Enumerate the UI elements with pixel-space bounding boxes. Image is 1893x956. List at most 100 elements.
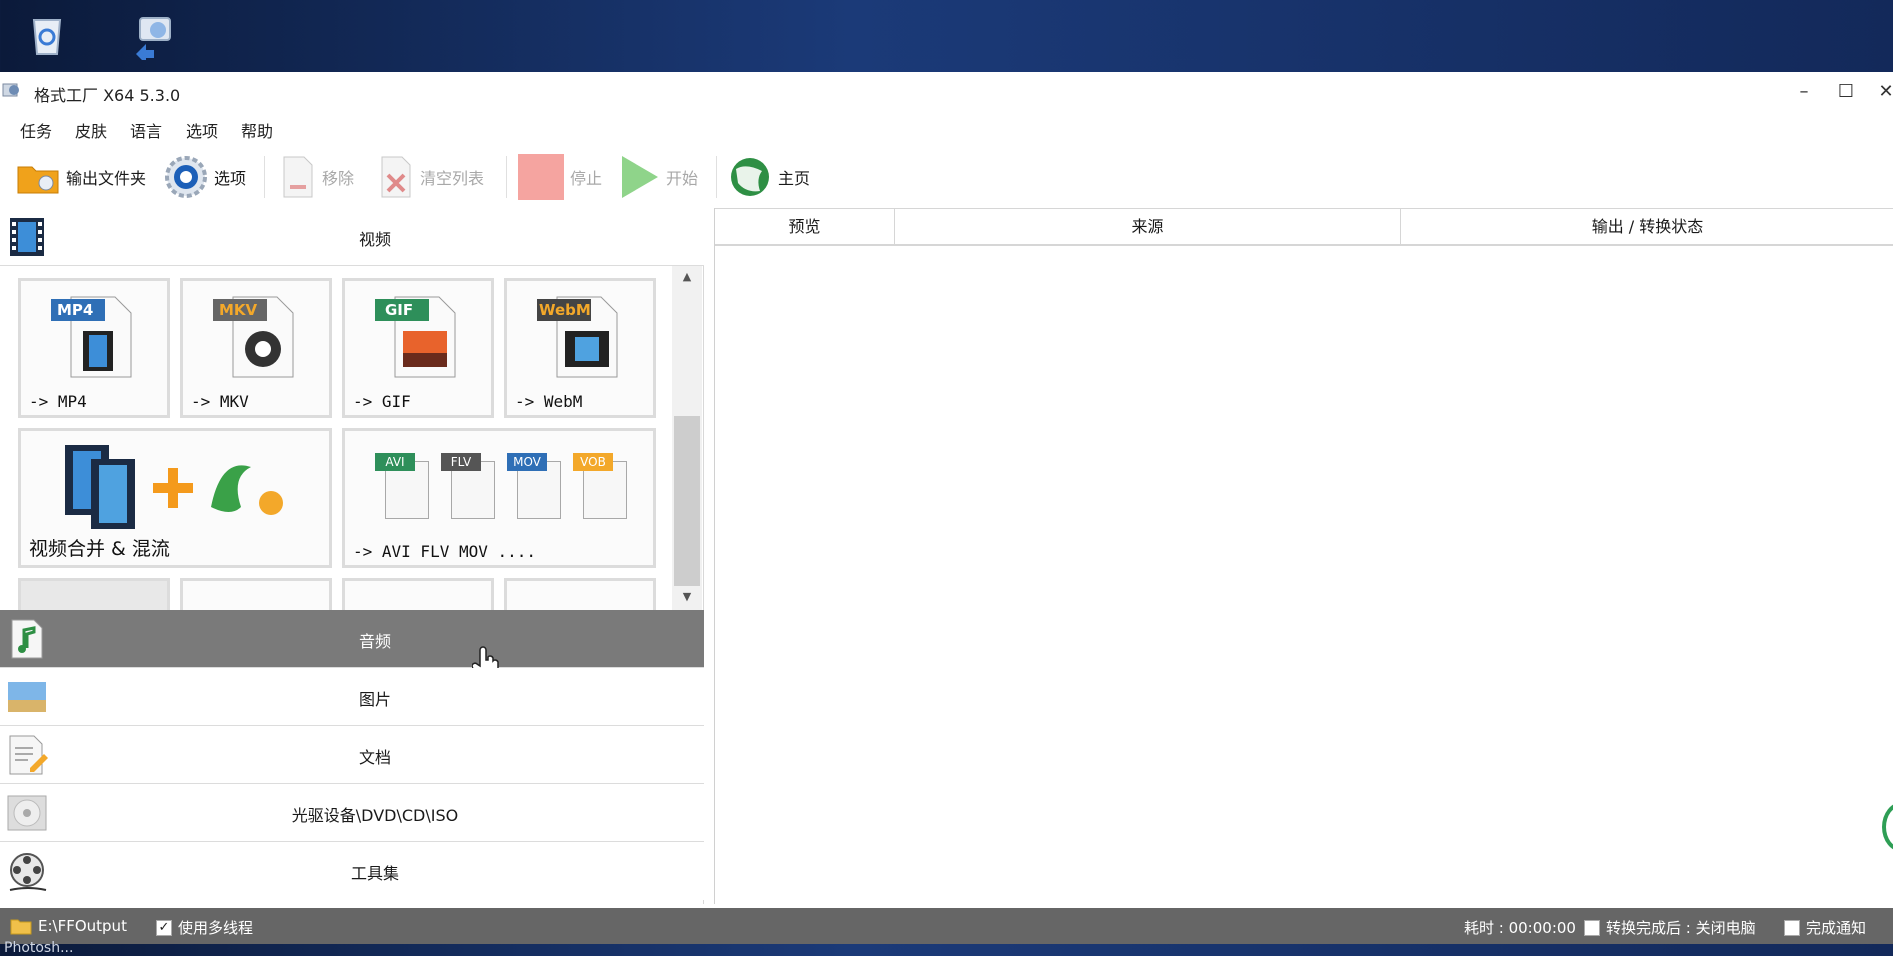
category-image-label: 图片 — [358, 690, 391, 709]
column-output-status[interactable]: 输出 / 转换状态 — [1401, 209, 1893, 245]
output-folder-label: 输出文件夹 — [66, 169, 147, 188]
output-folder-button[interactable]: 输出文件夹 — [16, 154, 146, 200]
tile-to-webm[interactable]: WebM -> WebM — [504, 278, 656, 418]
scroll-thumb[interactable] — [674, 416, 700, 586]
flv-file-icon: FLV — [441, 453, 497, 521]
merge-label: 视频合并 & 混流 — [29, 538, 170, 560]
recycle-bin-icon[interactable] — [22, 10, 72, 60]
maximize-button[interactable]: ☐ — [1828, 78, 1864, 106]
tile-to-mp4[interactable]: MP4 -> MP4 — [18, 278, 170, 418]
notify-label: 完成通知 — [1806, 919, 1867, 937]
multithread-checkbox[interactable]: ✓ — [156, 919, 172, 936]
task-list-header: 预览 来源 输出 / 转换状态 — [715, 208, 1893, 246]
toolbar-separator — [716, 156, 717, 198]
task-list[interactable]: 预览 来源 输出 / 转换状态 — [714, 208, 1893, 904]
gif-label: -> GIF — [353, 392, 411, 411]
mkv-badge: MKV — [219, 301, 258, 319]
tile-to-mkv[interactable]: MKV -> MKV — [180, 278, 332, 418]
remove-file-icon — [283, 156, 313, 198]
category-tools-label: 工具集 — [350, 864, 399, 883]
scroll-up-arrow[interactable]: ▲ — [678, 270, 696, 284]
menu-skin[interactable]: 皮肤 — [75, 118, 107, 142]
taskbar-item[interactable]: Photosh... — [4, 940, 73, 956]
menu-help[interactable]: 帮助 — [241, 118, 273, 142]
stop-button[interactable]: 停止 — [518, 154, 602, 200]
format-icon-row: AVI FLV MOV VOB — [375, 453, 627, 523]
toolbar-separator — [264, 156, 265, 198]
tile-to-other-formats[interactable]: AVI FLV MOV VOB -> AVI FLV MOV .... — [342, 428, 656, 568]
output-path: E:\FFOutput — [38, 917, 127, 935]
notify-option[interactable]: 完成通知 — [1784, 917, 1866, 938]
start-button[interactable]: 开始 — [618, 154, 698, 200]
clear-list-label: 清空列表 — [420, 169, 485, 188]
tile-partial[interactable] — [180, 578, 332, 610]
tiles-scrollbar[interactable]: ▲ ▼ — [672, 266, 702, 610]
mkv-label: -> MKV — [191, 392, 249, 411]
vob-file-icon: VOB — [573, 453, 629, 521]
start-label: 开始 — [666, 169, 699, 188]
app-window: 格式工厂 X64 5.3.0 – ☐ ✕ 任务 皮肤 语言 选项 帮助 输出文件… — [0, 72, 1893, 944]
mp4-label: -> MP4 — [29, 392, 87, 411]
mp4-badge: MP4 — [57, 301, 94, 319]
flv-badge: FLV — [441, 453, 481, 471]
status-bar: E:\FFOutput ✓ 使用多线程 耗时 : 00:00:00 转换完成后 … — [0, 908, 1893, 944]
clear-list-button[interactable]: 清空列表 — [378, 154, 484, 200]
gear-icon — [165, 156, 207, 198]
elapsed-label: 耗时 : 00:00:00 — [1464, 919, 1576, 937]
category-audio[interactable]: 音频 — [0, 610, 704, 681]
notify-checkbox[interactable] — [1784, 919, 1800, 936]
category-disc-label: 光驱设备\DVD\CD\ISO — [291, 806, 459, 825]
minimize-button[interactable]: – — [1786, 78, 1822, 106]
close-button[interactable]: ✕ — [1868, 78, 1893, 106]
toolbar-separator — [506, 156, 507, 198]
category-audio-label: 音频 — [358, 632, 391, 651]
tile-partial[interactable] — [504, 578, 656, 610]
multithread-option[interactable]: ✓ 使用多线程 — [156, 917, 253, 938]
taskbar: Photosh... — [0, 940, 1893, 956]
category-document[interactable]: 文档 — [0, 726, 704, 784]
menu-task[interactable]: 任务 — [20, 118, 52, 142]
options-button[interactable]: 选项 — [164, 154, 246, 200]
category-panel: 视频 MP4 -> MP4 MKV -> MKV GIF -> GIF WebM… — [0, 208, 704, 904]
merge-video-audio-icon — [65, 445, 283, 529]
mov-badge: MOV — [507, 453, 547, 471]
tile-partial[interactable] — [342, 578, 494, 610]
video-tiles: MP4 -> MP4 MKV -> MKV GIF -> GIF WebM ->… — [0, 266, 704, 610]
after-convert-option[interactable]: 转换完成后 : 关闭电脑 — [1584, 917, 1756, 938]
remove-button[interactable]: 移除 — [280, 154, 354, 200]
home-button[interactable]: 主页 — [728, 154, 810, 200]
avi-badge: AVI — [375, 453, 415, 471]
globe-icon — [731, 158, 769, 196]
category-video-label: 视频 — [358, 230, 391, 249]
scroll-down-arrow[interactable]: ▼ — [678, 590, 696, 604]
folder-icon — [17, 166, 59, 194]
menu-options[interactable]: 选项 — [186, 118, 218, 142]
after-convert-checkbox[interactable] — [1584, 919, 1600, 936]
elapsed-time: 耗时 : 00:00:00 — [1464, 917, 1576, 938]
window-title: 格式工厂 X64 5.3.0 — [34, 86, 181, 105]
gif-badge: GIF — [385, 301, 414, 319]
category-tools[interactable]: 工具集 — [0, 842, 704, 900]
menu-language[interactable]: 语言 — [130, 118, 162, 142]
tile-partial[interactable] — [18, 578, 170, 610]
app-logo-icon — [2, 83, 19, 97]
multithread-label: 使用多线程 — [178, 919, 254, 937]
category-video[interactable]: 视频 — [0, 208, 704, 266]
column-preview[interactable]: 预览 — [715, 209, 895, 245]
tile-to-gif[interactable]: GIF -> GIF — [342, 278, 494, 418]
category-document-label: 文档 — [358, 748, 391, 767]
avi-file-icon: AVI — [375, 453, 431, 521]
menu-bar: 任务 皮肤 语言 选项 帮助 — [0, 112, 1893, 146]
tile-video-merge[interactable]: 视频合并 & 混流 — [18, 428, 332, 568]
mov-file-icon: MOV — [507, 453, 563, 521]
remove-label: 移除 — [322, 169, 355, 188]
after-convert-label: 转换完成后 : 关闭电脑 — [1606, 919, 1756, 937]
network-icon[interactable] — [130, 10, 180, 60]
stop-label: 停止 — [570, 169, 603, 188]
category-disc[interactable]: 光驱设备\DVD\CD\ISO — [0, 784, 704, 842]
title-bar: 格式工厂 X64 5.3.0 – ☐ ✕ — [0, 72, 1893, 112]
home-label: 主页 — [778, 169, 811, 188]
category-image[interactable]: 图片 — [0, 668, 704, 726]
column-source[interactable]: 来源 — [895, 209, 1401, 245]
output-path-item[interactable]: E:\FFOutput — [10, 917, 127, 935]
